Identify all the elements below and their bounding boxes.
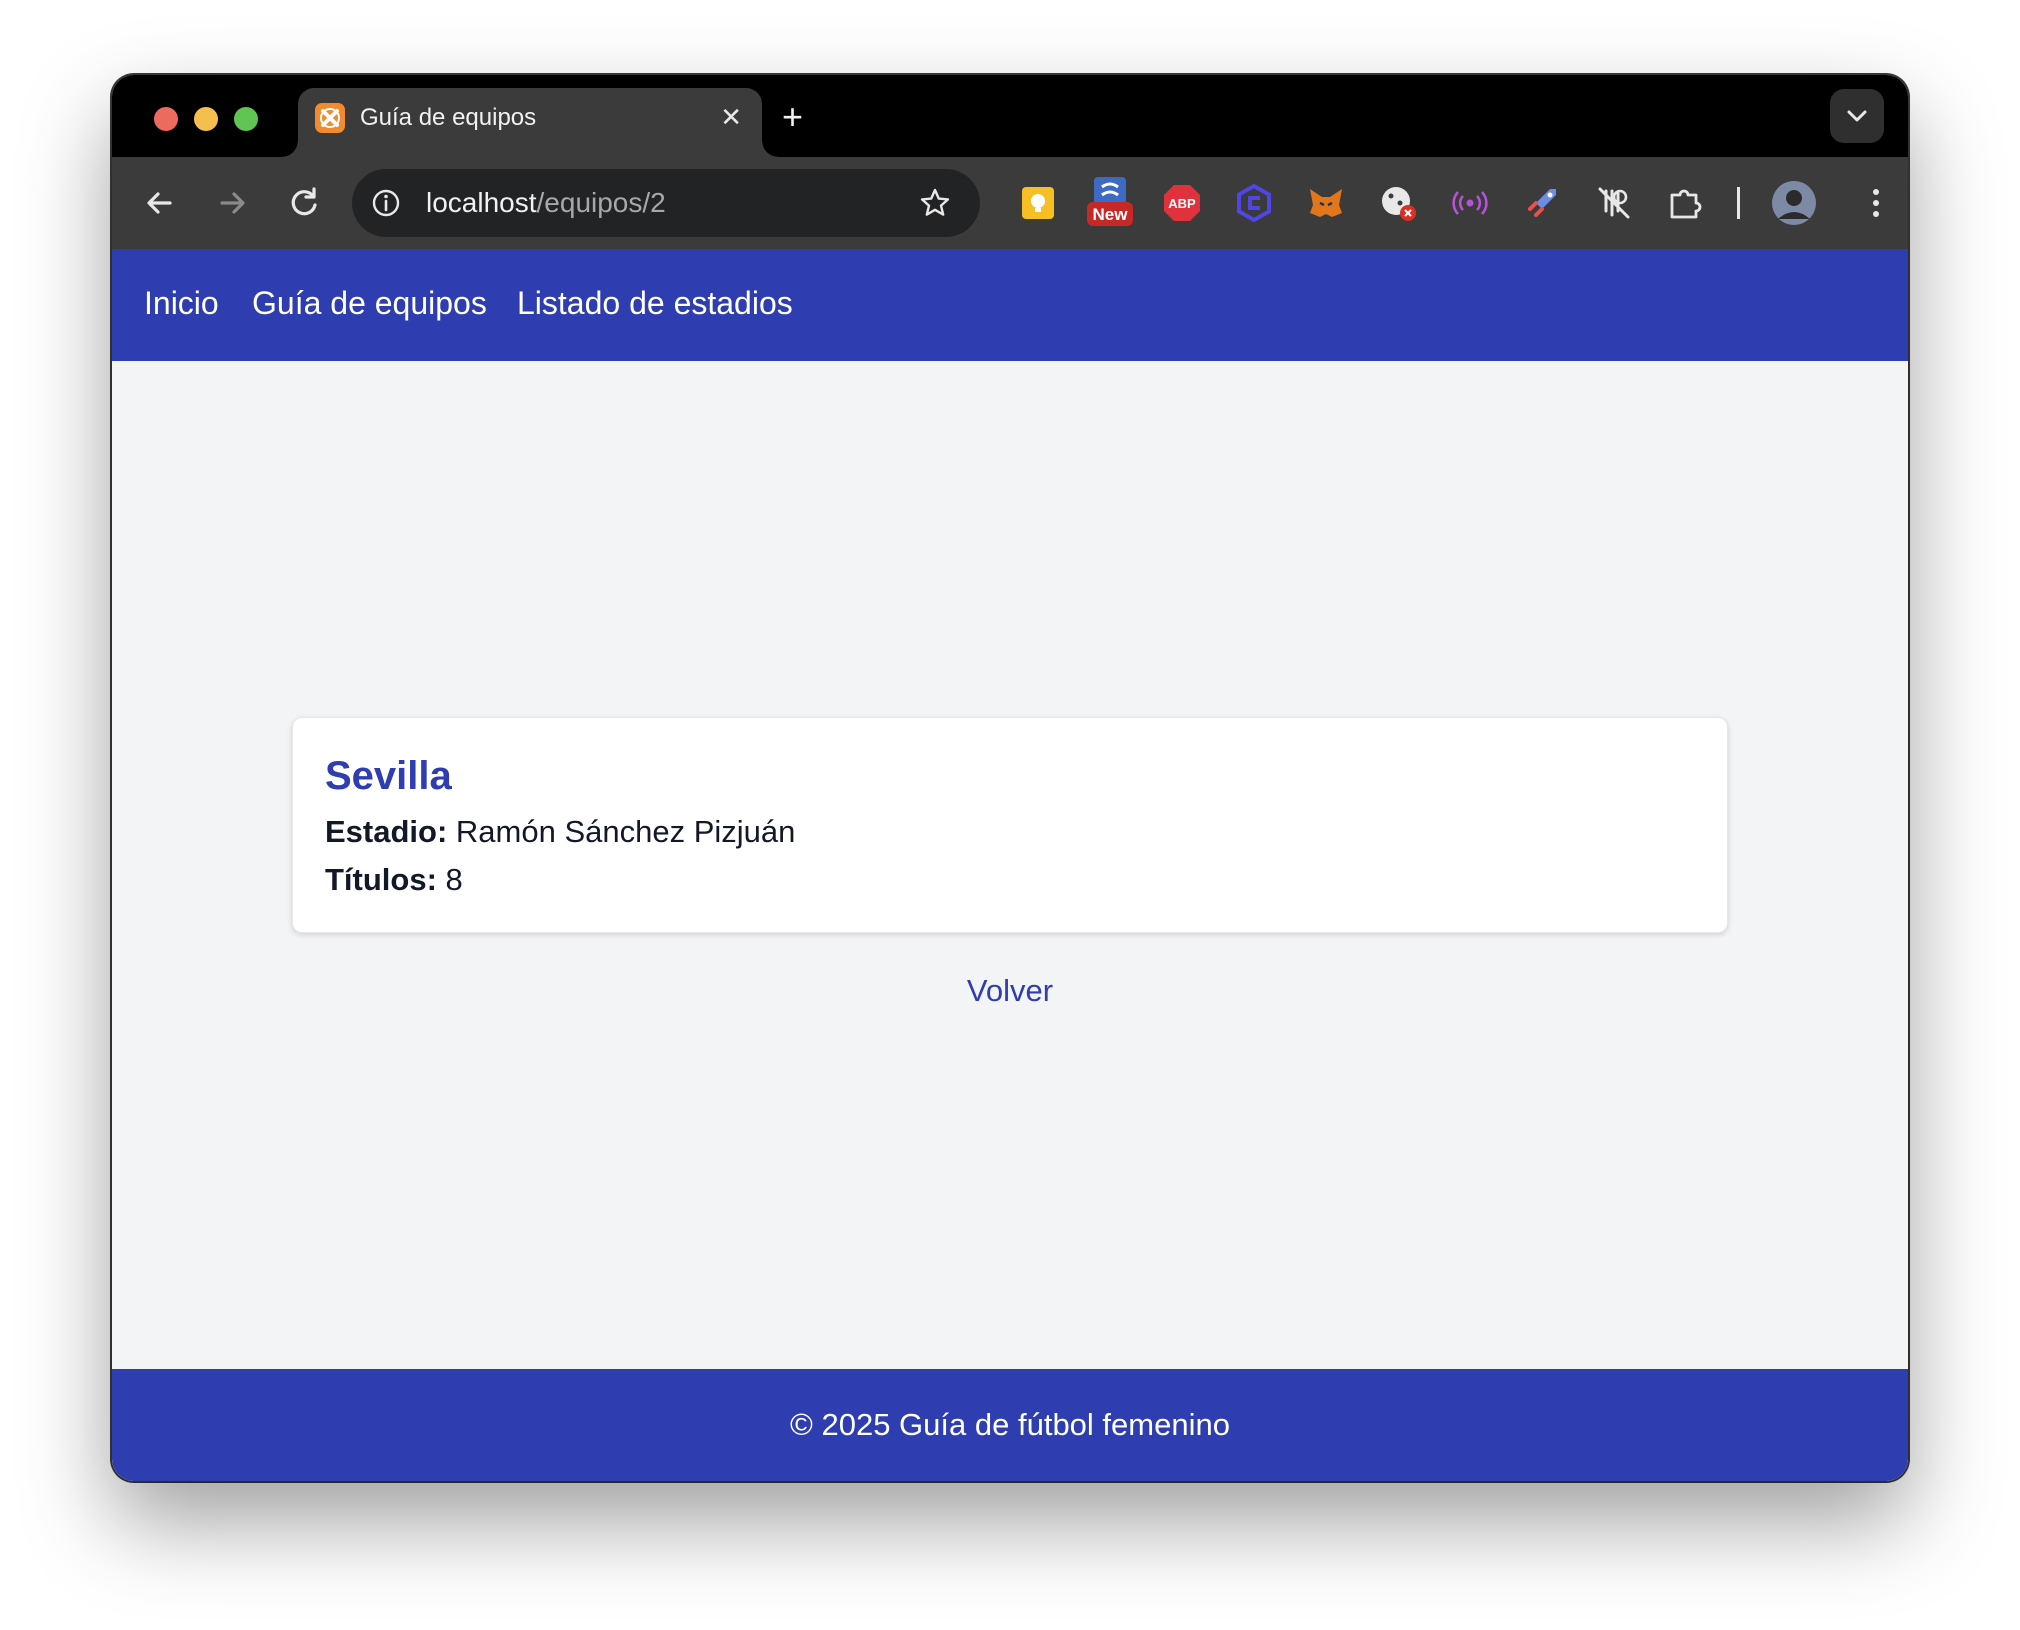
wireless-extension-icon[interactable] xyxy=(1448,181,1492,225)
rocket-extension-icon[interactable] xyxy=(1520,181,1564,225)
forward-arrow-icon[interactable] xyxy=(212,183,252,223)
tab-title: Guía de equipos xyxy=(360,104,537,131)
team-name: Sevilla xyxy=(325,754,452,798)
keep-icon[interactable] xyxy=(1016,181,1060,225)
stadium-value: Ramón Sánchez Pizjuán xyxy=(455,814,796,849)
tab-close-icon[interactable]: ✕ xyxy=(720,102,742,132)
new-badge-label: New xyxy=(1093,205,1129,224)
metamask-fox-icon[interactable] xyxy=(1304,181,1348,225)
xampp-favicon-icon xyxy=(315,103,345,133)
tracker-blocker-icon[interactable] xyxy=(1592,181,1636,225)
browser-window: Guía de equipos ✕ + localhost/equipos/2 … xyxy=(112,75,1908,1481)
profile-avatar-icon[interactable] xyxy=(1770,179,1818,227)
browser-toolbar: localhost/equipos/2 New ABP xyxy=(112,157,1908,249)
titles-row: Títulos: 8 xyxy=(325,862,463,898)
team-card: Sevilla Estadio: Ramón Sánchez Pizjuán T… xyxy=(292,717,1728,933)
maximize-window-button[interactable] xyxy=(234,107,258,131)
new-badge-extension-icon[interactable]: New xyxy=(1086,175,1134,227)
browser-tab[interactable]: Guía de equipos ✕ xyxy=(282,88,778,157)
url-text: localhost/equipos/2 xyxy=(426,187,666,219)
tab-search-button[interactable] xyxy=(1830,89,1884,143)
abp-label: ABP xyxy=(1168,196,1196,211)
back-arrow-icon[interactable] xyxy=(140,183,180,223)
close-window-button[interactable] xyxy=(154,107,178,131)
tab-strip: Guía de equipos ✕ + xyxy=(112,75,1908,157)
site-navbar: Inicio Guía de equipos Listado de estadi… xyxy=(112,249,1908,361)
address-bar[interactable]: localhost/equipos/2 xyxy=(352,169,980,237)
stadium-row: Estadio: Ramón Sánchez Pizjuán xyxy=(325,814,795,850)
nav-link-inicio[interactable]: Inicio xyxy=(144,285,219,322)
chevron-down-icon xyxy=(1847,110,1867,122)
minimize-window-button[interactable] xyxy=(194,107,218,131)
footer-text: © 2025 Guía de fútbol femenino xyxy=(790,1407,1230,1442)
nav-link-listado-estadios[interactable]: Listado de estadios xyxy=(517,285,793,322)
stadium-label: Estadio: xyxy=(325,814,448,849)
site-footer: © 2025 Guía de fútbol femenino xyxy=(112,1369,1908,1481)
browser-menu-icon[interactable] xyxy=(1856,183,1896,223)
url-path: /equipos/2 xyxy=(536,187,666,218)
page-viewport: Inicio Guía de equipos Listado de estadi… xyxy=(112,249,1908,1481)
bookmark-star-icon[interactable] xyxy=(918,186,952,220)
nav-link-guia-equipos[interactable]: Guía de equipos xyxy=(252,285,487,322)
reload-icon[interactable] xyxy=(284,183,324,223)
url-host: localhost xyxy=(426,187,537,218)
back-link[interactable]: Volver xyxy=(112,973,1908,1009)
titles-value: 8 xyxy=(445,862,463,897)
cookie-blocker-icon[interactable] xyxy=(1376,181,1420,225)
extensions-puzzle-icon[interactable] xyxy=(1664,181,1708,225)
toolbar-divider xyxy=(1737,187,1740,219)
adblock-plus-icon[interactable]: ABP xyxy=(1160,181,1204,225)
hexagon-extension-icon[interactable] xyxy=(1232,181,1276,225)
titles-label: Títulos: xyxy=(325,862,437,897)
site-info-icon[interactable] xyxy=(370,187,402,219)
new-tab-button[interactable]: + xyxy=(782,97,803,137)
